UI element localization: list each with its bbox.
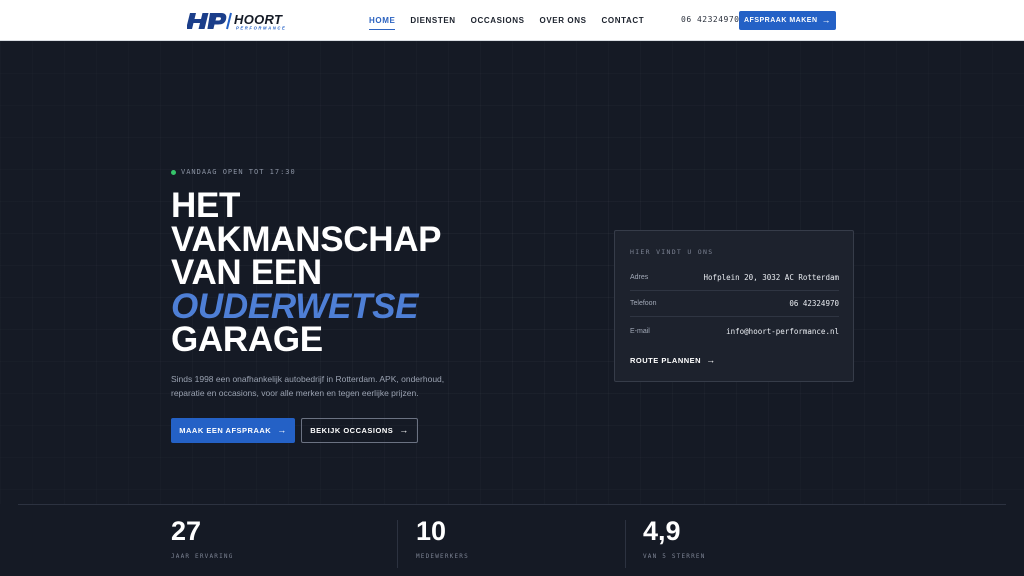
arrow-right-icon: → <box>277 425 287 435</box>
stat-experience: 27 JAAR ERVARING <box>171 515 234 560</box>
hoort-performance-logo[interactable]: HOORT PERFORMANCE <box>187 10 307 32</box>
arrow-right-icon: → <box>821 15 831 25</box>
address-label: Adres <box>630 274 649 281</box>
headline-line-5: GARAGE <box>171 320 323 359</box>
maak-afspraak-label: MAAK EEN AFSPRAAK <box>179 426 272 435</box>
status-dot-icon <box>171 169 176 175</box>
nav-home[interactable]: HOME <box>369 12 396 30</box>
main-nav: HOME DIENSTEN OCCASIONS OVER ONS CONTACT <box>369 0 659 41</box>
afspraak-maken-label: AFSPRAAK MAKEN <box>744 17 818 24</box>
stat-rating: 4,9 VAN 5 STERREN <box>643 515 706 560</box>
svg-text:PERFORMANCE: PERFORMANCE <box>236 26 286 31</box>
opening-status: VANDAAG OPEN TOT 17:30 <box>171 168 296 176</box>
email-label: E-mail <box>630 327 650 335</box>
email-value[interactable]: info@hoort-performance.nl <box>726 327 839 336</box>
nav-occasions[interactable]: OCCASIONS <box>471 12 525 29</box>
location-card-title: HIER VINDT U ONS <box>630 248 714 256</box>
headline-line-1: HET <box>171 186 241 225</box>
stat-employees: 10 MEDEWERKERS <box>416 515 469 560</box>
headline-accent: OUDERWETSE <box>171 286 419 326</box>
header-phone-link[interactable]: 06 42324970 <box>681 15 739 24</box>
nav-diensten[interactable]: DIENSTEN <box>410 12 455 29</box>
stat-employees-label: MEDEWERKERS <box>416 553 469 560</box>
route-plannen-link[interactable]: ROUTE PLANNEN → <box>630 355 716 366</box>
arrow-right-icon: → <box>399 425 409 435</box>
stat-separator <box>397 520 398 568</box>
headline-line-2: VAKMANSCHAP <box>171 219 442 259</box>
stat-separator <box>625 520 626 568</box>
phone-value[interactable]: 06 42324970 <box>789 299 839 308</box>
afspraak-maken-button[interactable]: AFSPRAAK MAKEN → <box>739 11 836 30</box>
nav-contact[interactable]: CONTACT <box>602 12 645 29</box>
card-row-phone: Telefoon 06 42324970 <box>630 291 839 317</box>
hero-headline: HET VAKMANSCHAP VAN EEN OUDERWETSE GARAG… <box>171 186 571 359</box>
stat-employees-value: 10 <box>416 516 447 546</box>
stat-rating-value: 4,9 <box>643 516 681 546</box>
headline-line-3: VAN EEN <box>171 253 322 292</box>
stat-experience-value: 27 <box>171 516 202 546</box>
stat-rating-label: VAN 5 STERREN <box>643 553 706 560</box>
hero-lead-text: Sinds 1998 een onafhankelijk autobedrijf… <box>171 374 445 398</box>
bekijk-occasions-button[interactable]: BEKIJK OCCASIONS → <box>301 418 418 443</box>
phone-label: Telefoon <box>630 300 657 307</box>
card-row-address: Adres Hofplein 20, 3032 AC Rotterdam <box>630 265 839 291</box>
stat-experience-label: JAAR ERVARING <box>171 553 234 560</box>
address-value: Hofplein 20, 3032 AC Rotterdam <box>703 273 839 282</box>
card-row-email: E-mail info@hoort-performance.nl <box>630 318 839 344</box>
arrow-right-icon: → <box>706 355 716 365</box>
bekijk-occasions-label: BEKIJK OCCASIONS <box>310 426 394 435</box>
site-header: HOORT PERFORMANCE HOME DIENSTEN OCCASION… <box>0 0 1024 41</box>
location-card: HIER VINDT U ONS Adres Hofplein 20, 3032… <box>614 230 854 382</box>
stats-divider <box>18 504 1006 505</box>
nav-over-ons[interactable]: OVER ONS <box>540 12 587 29</box>
route-plannen-label: ROUTE PLANNEN <box>630 356 702 365</box>
maak-afspraak-button[interactable]: MAAK EEN AFSPRAAK → <box>171 418 295 443</box>
opening-status-text: VANDAAG OPEN TOT 17:30 <box>181 168 296 176</box>
